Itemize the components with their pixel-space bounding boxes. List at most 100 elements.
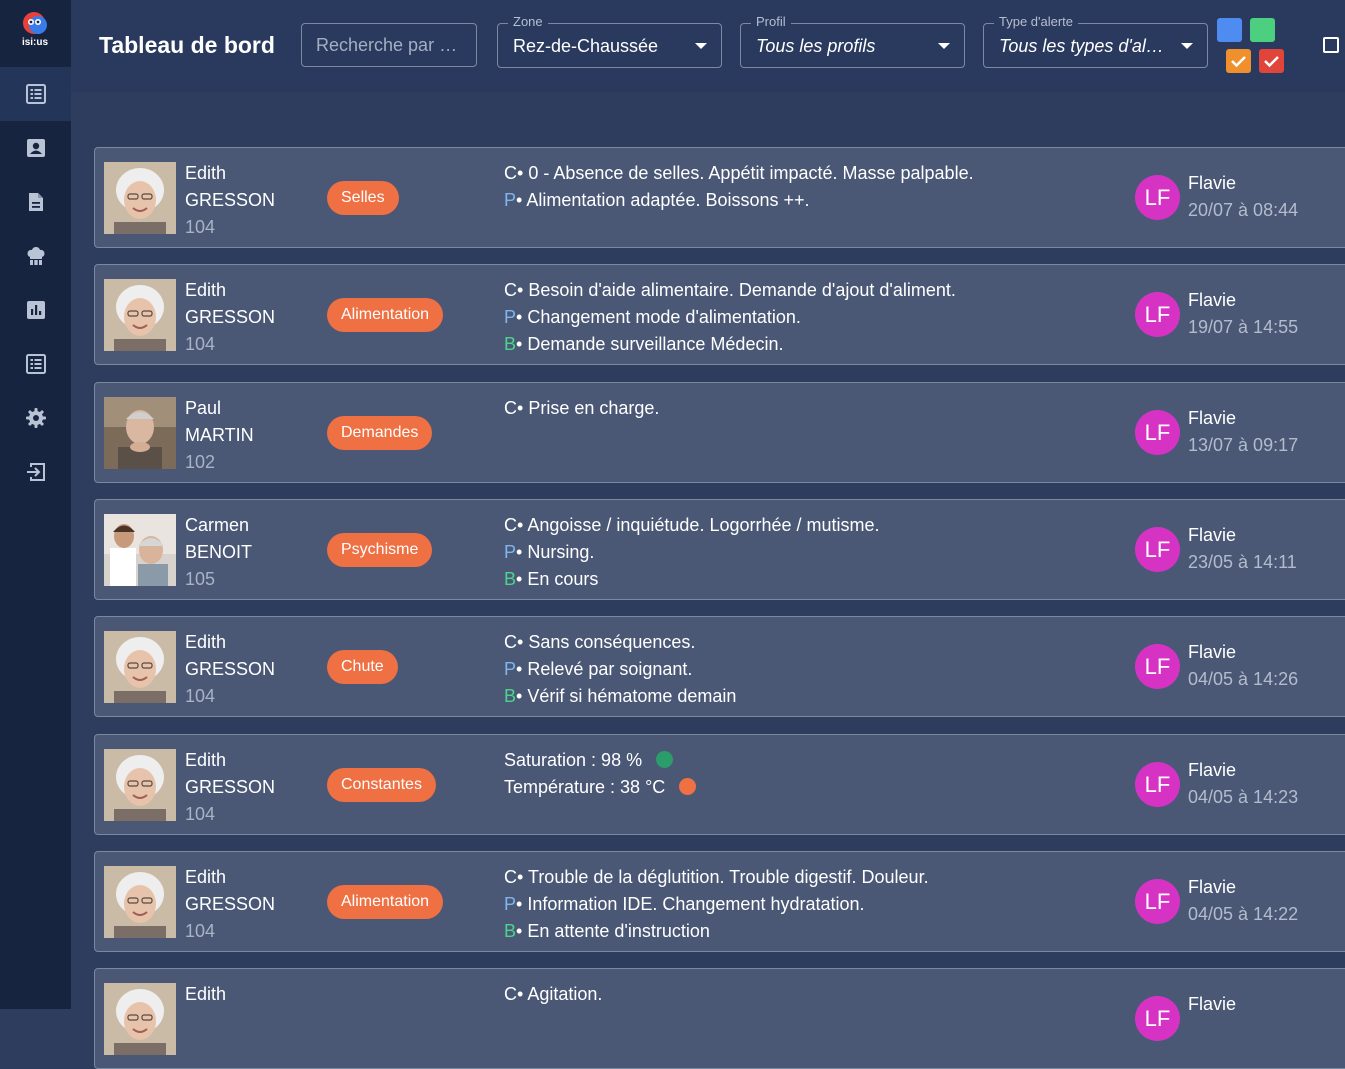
alert-category-tag[interactable]: Chute <box>327 650 398 684</box>
resident-first-name: Paul <box>185 398 222 418</box>
resident-first-name: Edith <box>185 867 227 887</box>
list-icon <box>25 354 46 374</box>
resident-photo <box>104 514 176 586</box>
resident-last-name: GRESSON <box>185 190 276 210</box>
note-text: Angoisse / inquiétude. Logorrhée / mutis… <box>523 515 880 535</box>
alert-card[interactable]: Edith GRESSON 104 Constantes Saturation : 98… <box>94 734 1345 835</box>
alert-category-tag[interactable]: Alimentation <box>327 885 444 919</box>
resident-room: 104 <box>185 804 216 824</box>
author-avatar: LF <box>1135 292 1180 337</box>
alert-category-tag[interactable]: Constantes <box>327 768 436 802</box>
nav-documents[interactable] <box>0 175 71 229</box>
zone-label: Zone <box>508 14 548 29</box>
nav-dashboard[interactable] <box>0 67 71 121</box>
resident-info: Carmen BENOIT 105 <box>185 512 252 593</box>
vital-text: Saturation : 98 % <box>504 750 643 770</box>
alert-card[interactable]: Edith GRESSON 104 Chute C• Sans conséquences… <box>94 616 1345 717</box>
author-name: Flavie <box>1188 408 1237 428</box>
author-info: Flavie 20/07 à 08:44 <box>1188 170 1298 224</box>
note-prefix: C <box>504 280 517 300</box>
resident-photo <box>104 162 176 234</box>
filter-orange-toggle[interactable] <box>1226 49 1251 73</box>
alert-date: 04/05 à 14:26 <box>1188 669 1299 689</box>
resident-info: Edith GRESSON 104 <box>185 277 275 358</box>
alert-card[interactable]: Paul MARTIN 102 Demandes C• Prise en charge.… <box>94 382 1345 483</box>
note-text: Sans conséquences. <box>523 632 696 652</box>
topbar: Tableau de bord Zone Rez-de-Chaussée Pro… <box>71 0 1345 92</box>
resident-photo <box>104 397 176 469</box>
dashboard-list-icon <box>25 84 46 104</box>
alert-date: 19/07 à 14:55 <box>1188 317 1299 337</box>
resident-room: 104 <box>185 217 216 237</box>
note-prefix: B <box>504 334 517 354</box>
alert-category-tag[interactable]: Psychisme <box>327 533 433 567</box>
note-text: Besoin d'aide alimentaire. Demande d'ajo… <box>523 280 956 300</box>
alert-date: 23/05 à 14:11 <box>1188 552 1297 572</box>
logout-icon <box>26 463 45 481</box>
note-prefix: B <box>504 569 517 589</box>
nav-residents[interactable] <box>0 121 71 175</box>
note-prefix: P <box>504 659 517 679</box>
nav-settings[interactable] <box>0 391 71 445</box>
search-input[interactable] <box>301 23 477 67</box>
resident-photo <box>104 631 176 703</box>
alert-date: 04/05 à 14:23 <box>1188 787 1299 807</box>
note-text: Information IDE. Changement hydratation. <box>522 894 865 914</box>
resident-room: 105 <box>185 569 216 589</box>
settings-gear-icon <box>25 408 46 428</box>
alert-card[interactable]: Edith C• Agitation. LF Flavie <box>94 968 1345 1069</box>
alert-category-tag[interactable]: Demandes <box>327 416 433 450</box>
chevron-down-icon <box>938 43 950 49</box>
alert-type-select[interactable]: Type d'alerte Tous les types d'al… <box>983 14 1208 68</box>
resident-last-name: MARTIN <box>185 425 254 445</box>
alert-card[interactable]: Edith GRESSON 104 Alimentation C• Besoin d'a… <box>94 264 1345 365</box>
vital-line: Saturation : 98 % <box>504 747 696 774</box>
alert-card[interactable]: Edith GRESSON 104 Alimentation C• Trouble de… <box>94 851 1345 952</box>
nav-kitchen[interactable] <box>0 229 71 283</box>
resident-room: 104 <box>185 686 216 706</box>
note-prefix: C <box>504 632 517 652</box>
resident-info: Edith GRESSON 104 <box>185 747 275 828</box>
author-name: Flavie <box>1188 525 1237 545</box>
vital-line: Température : 38 °C <box>504 774 697 801</box>
alert-card[interactable]: Carmen BENOIT 105 Psychisme C• Angoisse / in… <box>94 499 1345 600</box>
zone-select[interactable]: Zone Rez-de-Chaussée <box>497 14 722 68</box>
note-prefix: B <box>504 921 517 941</box>
author-avatar: LF <box>1135 879 1180 924</box>
checkmark-icon <box>1264 56 1279 68</box>
note-prefix: P <box>504 894 517 914</box>
author-info: Flavie 13/07 à 09:17 <box>1188 405 1298 459</box>
alert-card[interactable]: Edith GRESSON 104 Selles C• 0 - Absence de s… <box>94 147 1345 248</box>
nav-list[interactable] <box>0 337 71 391</box>
select-all-checkbox[interactable] <box>1323 37 1339 53</box>
chevron-down-icon <box>1181 43 1193 49</box>
filter-blue-toggle[interactable] <box>1217 18 1242 42</box>
author-name: Flavie <box>1188 994 1237 1014</box>
resident-first-name: Edith <box>185 750 227 770</box>
nav-statistics[interactable] <box>0 283 71 337</box>
profil-value: Tous les profils <box>756 36 876 56</box>
resident-info: Paul MARTIN 102 <box>185 395 254 476</box>
resident-room: 104 <box>185 334 216 354</box>
author-avatar: LF <box>1135 410 1180 455</box>
page-title: Tableau de bord <box>99 32 275 58</box>
alert-category-tag[interactable]: Selles <box>327 181 399 215</box>
vital-status-indicator <box>679 778 697 795</box>
filter-red-toggle[interactable] <box>1259 49 1284 73</box>
nav-logout[interactable] <box>0 445 71 499</box>
profil-select[interactable]: Profil Tous les profils <box>740 14 965 68</box>
note-text: Changement mode d'alimentation. <box>522 307 801 327</box>
author-name: Flavie <box>1188 642 1237 662</box>
note-prefix: C <box>504 398 517 418</box>
vital-text: Température : 38 °C <box>504 777 666 797</box>
filter-green-toggle[interactable] <box>1250 18 1275 42</box>
author-name: Flavie <box>1188 760 1237 780</box>
alert-category-tag[interactable]: Alimentation <box>327 298 444 332</box>
alert-notes: C• Prise en charge. <box>504 395 659 422</box>
chevron-down-icon <box>695 43 707 49</box>
alert-date: 13/07 à 09:17 <box>1188 435 1299 455</box>
sidebar: isi:us <box>0 0 71 1009</box>
note-prefix: P <box>504 542 517 562</box>
note-prefix: C <box>504 163 517 183</box>
isius-logo[interactable]: isi:us <box>14 9 56 51</box>
